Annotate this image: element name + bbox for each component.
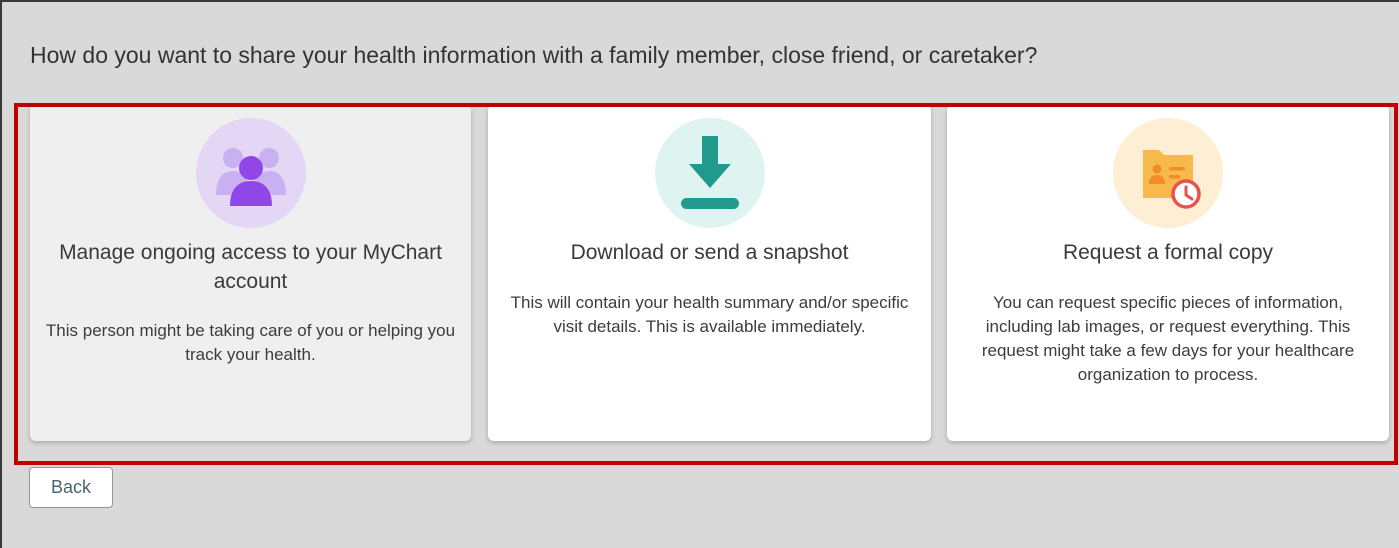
highlight-outline bbox=[14, 103, 1398, 465]
back-button[interactable]: Back bbox=[29, 467, 113, 508]
page-question: How do you want to share your health inf… bbox=[30, 42, 1038, 68]
share-options-dialog: How do you want to share your health inf… bbox=[0, 0, 1399, 548]
